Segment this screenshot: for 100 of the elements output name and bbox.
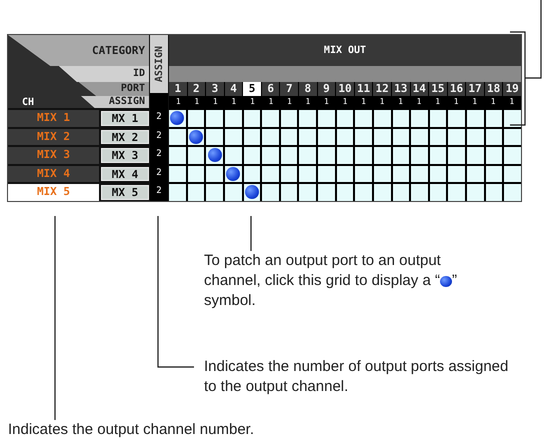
grid-cell[interactable]: [318, 110, 335, 126]
grid-cell[interactable]: [504, 128, 521, 145]
grid-cell[interactable]: [355, 110, 372, 126]
port-number[interactable]: 2: [188, 82, 206, 96]
grid-cell[interactable]: [430, 184, 446, 200]
grid-cell[interactable]: [169, 184, 186, 200]
grid-cell[interactable]: [486, 184, 502, 200]
grid-cell[interactable]: [188, 147, 204, 164]
grid-cell[interactable]: [374, 110, 391, 126]
grid-cell[interactable]: [262, 184, 279, 200]
grid-cell[interactable]: [336, 147, 354, 164]
grid-cell[interactable]: [280, 147, 298, 164]
grid-cell[interactable]: [392, 110, 410, 126]
grid-cell[interactable]: [188, 184, 204, 200]
grid-cell[interactable]: [467, 147, 484, 164]
grid-cell[interactable]: [224, 147, 242, 164]
channel-button[interactable]: MX 5: [101, 185, 149, 200]
grid-cell[interactable]: [299, 110, 316, 126]
grid-cell[interactable]: [299, 166, 316, 182]
grid-cell[interactable]: [299, 184, 316, 200]
grid-cell[interactable]: [224, 110, 242, 126]
grid-cell[interactable]: [374, 166, 391, 182]
grid-cell[interactable]: [318, 166, 335, 182]
grid-cell[interactable]: [486, 147, 502, 164]
grid-cell[interactable]: [392, 184, 410, 200]
port-number[interactable]: 12: [373, 82, 391, 96]
grid-cell[interactable]: [355, 166, 372, 182]
grid-cell[interactable]: [411, 184, 428, 200]
grid-cell[interactable]: [448, 147, 466, 164]
grid-cell[interactable]: [355, 184, 372, 200]
channel-button[interactable]: MX 3: [101, 148, 149, 162]
grid-cell[interactable]: [206, 166, 223, 182]
port-number[interactable]: 16: [448, 82, 466, 96]
grid-cell[interactable]: [448, 184, 466, 200]
grid-cell[interactable]: [355, 147, 372, 164]
port-number[interactable]: 13: [392, 82, 410, 96]
channel-name[interactable]: MIX 1: [8, 110, 99, 126]
grid-cell[interactable]: [374, 147, 391, 164]
grid-cell[interactable]: [169, 110, 186, 126]
grid-cell[interactable]: [244, 147, 260, 164]
grid-cell[interactable]: [467, 128, 484, 145]
grid-cell[interactable]: [188, 128, 204, 145]
grid-cell[interactable]: [336, 110, 354, 126]
grid-cell[interactable]: [318, 184, 335, 200]
grid-cell[interactable]: [374, 184, 391, 200]
grid-cell[interactable]: [318, 128, 335, 145]
grid-cell[interactable]: [355, 128, 372, 145]
grid-cell[interactable]: [504, 184, 521, 200]
grid-cell[interactable]: [206, 184, 223, 200]
grid-cell[interactable]: [280, 166, 298, 182]
grid-cell[interactable]: [299, 128, 316, 145]
grid-cell[interactable]: [467, 166, 484, 182]
grid-cell[interactable]: [262, 110, 279, 126]
grid-cell[interactable]: [262, 128, 279, 145]
port-number[interactable]: 14: [410, 82, 428, 96]
grid-cell[interactable]: [206, 128, 223, 145]
channel-name[interactable]: MIX 4: [8, 166, 99, 182]
grid-cell[interactable]: [467, 184, 484, 200]
grid-cell[interactable]: [486, 110, 502, 126]
grid-cell[interactable]: [262, 147, 279, 164]
grid-cell[interactable]: [486, 128, 502, 145]
grid-cell[interactable]: [206, 147, 223, 164]
grid-cell[interactable]: [504, 110, 521, 126]
grid-cell[interactable]: [280, 110, 298, 126]
grid-cell[interactable]: [486, 166, 502, 182]
grid-cell[interactable]: [430, 147, 446, 164]
grid-cell[interactable]: [336, 166, 354, 182]
grid-cell[interactable]: [206, 110, 223, 126]
grid-cell[interactable]: [392, 166, 410, 182]
port-number[interactable]: 10: [336, 82, 354, 96]
grid-cell[interactable]: [448, 110, 466, 126]
channel-button[interactable]: MX 2: [101, 130, 149, 144]
port-number[interactable]: 4: [224, 82, 242, 96]
port-number[interactable]: 18: [484, 82, 502, 96]
grid-cell[interactable]: [169, 147, 186, 164]
grid-cell[interactable]: [336, 128, 354, 145]
grid-cell[interactable]: [244, 128, 260, 145]
grid-cell[interactable]: [280, 184, 298, 200]
grid-cell[interactable]: [504, 166, 521, 182]
grid-cell[interactable]: [244, 166, 260, 182]
grid-cell[interactable]: [430, 110, 446, 126]
grid-cell[interactable]: [448, 128, 466, 145]
grid-cell[interactable]: [318, 147, 335, 164]
grid-cell[interactable]: [262, 166, 279, 182]
grid-cell[interactable]: [411, 147, 428, 164]
grid-cell[interactable]: [244, 110, 260, 126]
grid-cell[interactable]: [224, 184, 242, 200]
port-number[interactable]: 9: [318, 82, 336, 96]
grid-cell[interactable]: [448, 166, 466, 182]
grid-cell[interactable]: [411, 128, 428, 145]
grid-cell[interactable]: [374, 128, 391, 145]
channel-button[interactable]: MX 4: [101, 166, 149, 181]
port-number[interactable]: 5: [243, 82, 261, 96]
grid-cell[interactable]: [467, 110, 484, 126]
grid-cell[interactable]: [224, 128, 242, 145]
grid-cell[interactable]: [299, 147, 316, 164]
grid-cell[interactable]: [504, 147, 521, 164]
grid-cell[interactable]: [411, 110, 428, 126]
grid-cell[interactable]: [169, 128, 186, 145]
grid-cell[interactable]: [188, 166, 204, 182]
